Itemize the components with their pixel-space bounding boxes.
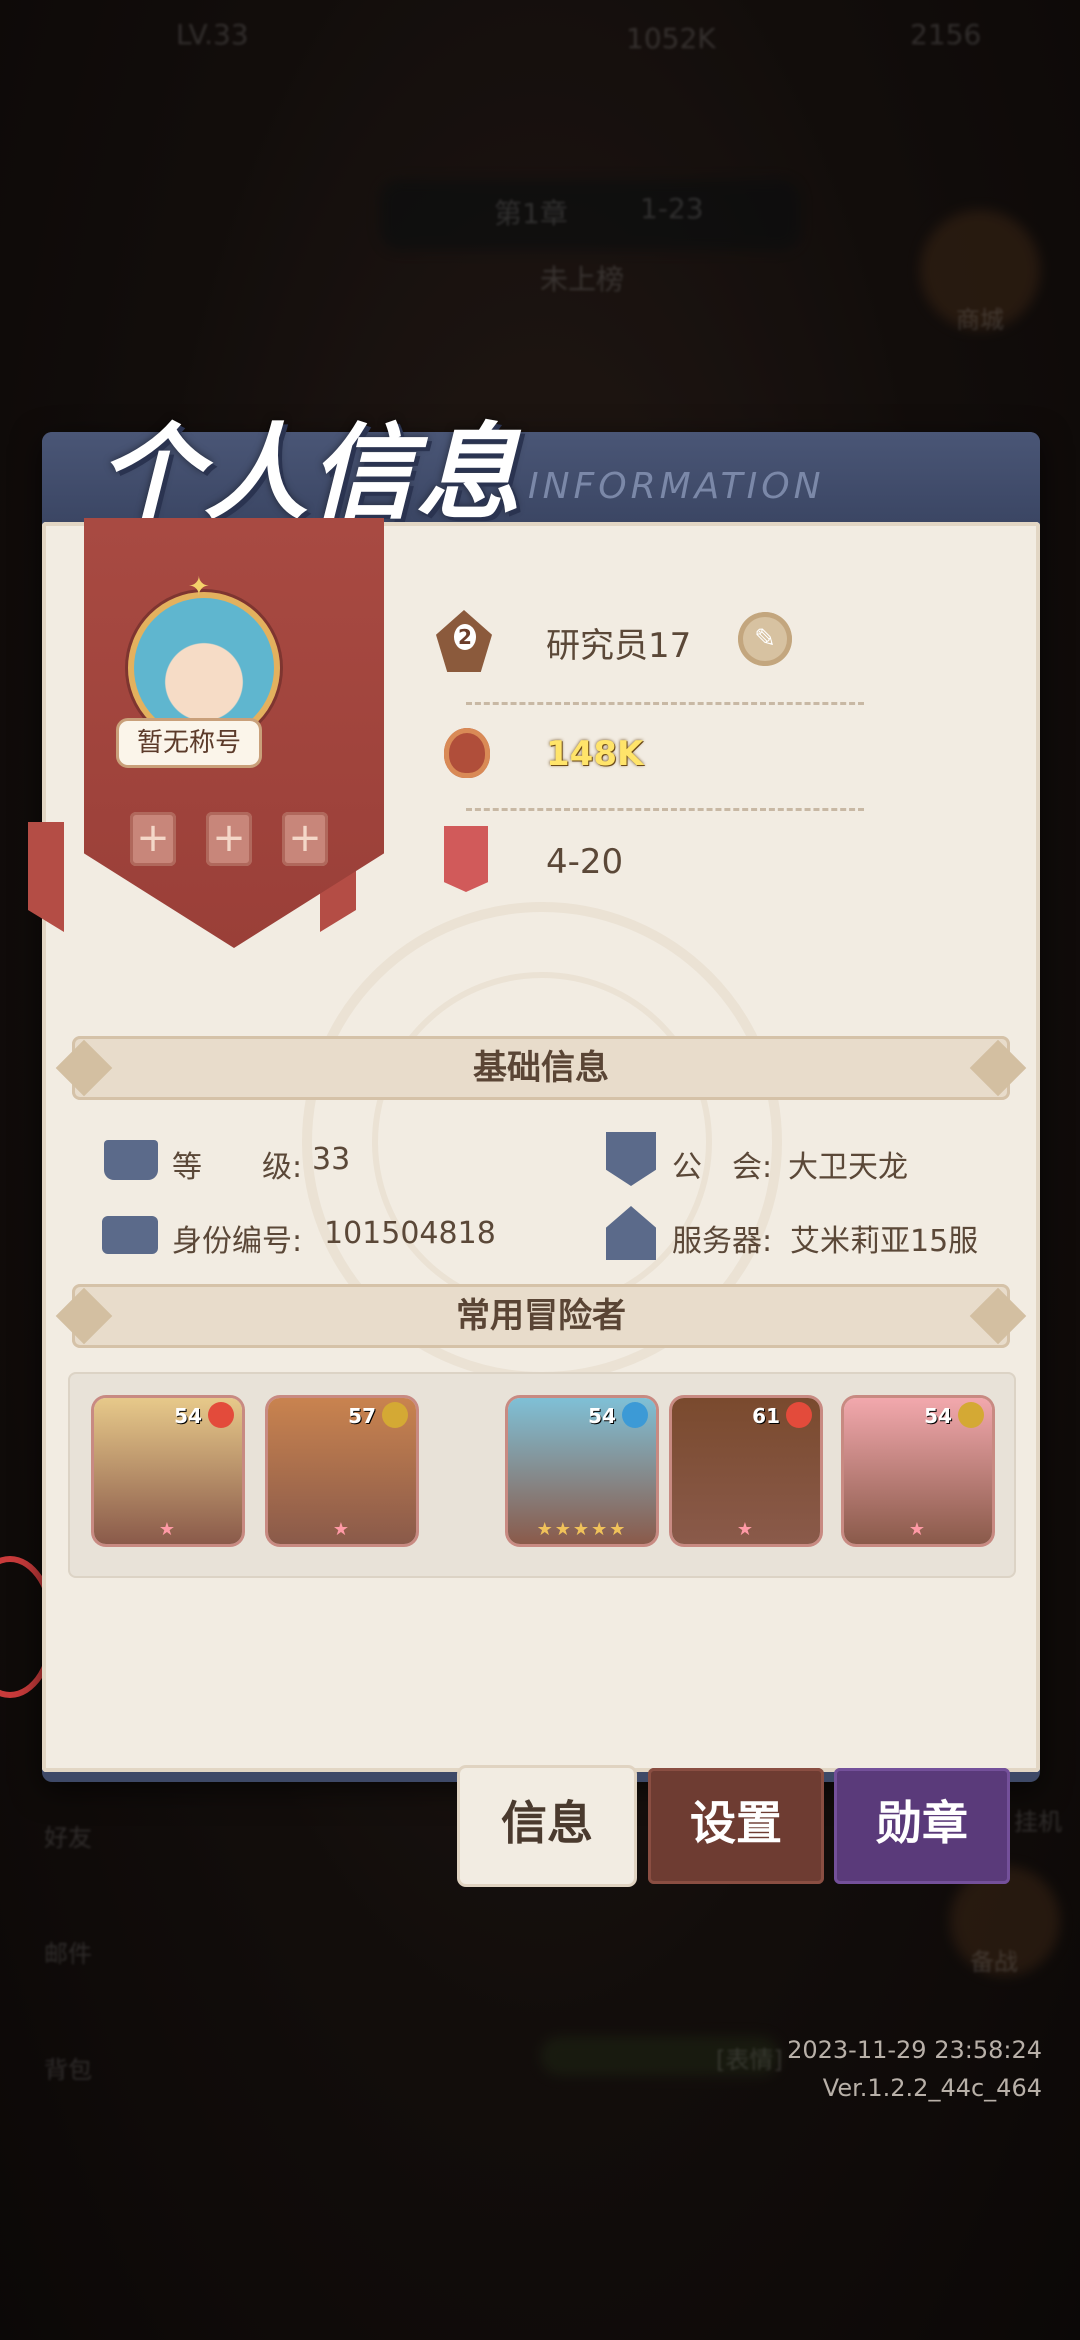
stage-value: 4-20 — [546, 842, 624, 882]
version: Ver.1.2.2_44c_464 — [822, 2074, 1042, 2102]
adventurer-card-5[interactable]: 54 ★ — [844, 1398, 992, 1544]
level-label: 等 级: — [172, 1150, 303, 1185]
level-value: 33 — [312, 1142, 351, 1177]
guild-label: 公 会: — [672, 1150, 773, 1185]
divider — [466, 808, 864, 811]
earth-element-icon — [958, 1402, 984, 1428]
player-id-label: 身份编号: — [172, 1224, 303, 1259]
divider — [466, 702, 864, 705]
adventurer-stars: ★ — [908, 1519, 928, 1540]
tab-info[interactable]: 信息 — [460, 1768, 634, 1884]
power-row: 148K — [436, 728, 866, 788]
power-value: 148K — [546, 734, 644, 774]
timestamp: 2023-11-29 23:58:24 — [787, 2036, 1042, 2064]
tab-settings[interactable]: 设置 — [648, 1768, 824, 1884]
section-adventurers-label: 常用冒险者 — [456, 1296, 626, 1336]
adventurer-card-1[interactable]: 54 ★ — [94, 1398, 242, 1544]
edit-name-icon[interactable]: ✎ — [738, 612, 792, 666]
player-name: 研究员17 — [546, 626, 692, 666]
title-badge[interactable]: 暂无称号 — [116, 718, 262, 768]
adventurer-level: 61 — [752, 1404, 780, 1428]
adventurer-level: 57 — [348, 1404, 376, 1428]
tab-medal[interactable]: 勋章 — [834, 1768, 1010, 1884]
section-basic-info-label: 基础信息 — [473, 1048, 609, 1088]
panel-subtitle: INFORMATION — [528, 466, 825, 507]
guild-value: 大卫天龙 — [788, 1150, 908, 1185]
server-value: 艾米莉亚15服 — [790, 1224, 979, 1259]
fire-element-icon — [786, 1402, 812, 1428]
earth-element-icon — [382, 1402, 408, 1428]
player-id-value: 101504818 — [324, 1216, 496, 1251]
adventurer-card-2[interactable]: 57 ★ — [268, 1398, 416, 1544]
adventurer-level: 54 — [924, 1404, 952, 1428]
rank-level: 2 — [454, 624, 476, 650]
rank-icon: 2 — [436, 610, 496, 672]
power-shield-icon — [444, 728, 504, 788]
section-adventurers: 常用冒险者 — [72, 1284, 1010, 1348]
id-card-icon — [102, 1216, 158, 1254]
adventurer-stars: ★ — [332, 1519, 352, 1540]
panel-paper: ✦ 暂无称号 + + + 2 研究员17 ✎ 148K 4-20 基础信息 等 … — [28, 518, 1040, 1772]
fire-element-icon — [208, 1402, 234, 1428]
adventurer-card-4[interactable]: 61 ★ — [672, 1398, 820, 1544]
name-row: 2 研究员17 — [436, 610, 866, 680]
badge-slot-3[interactable]: + — [282, 812, 328, 866]
stage-flag-icon — [444, 826, 504, 892]
badge-slot-1[interactable]: + — [130, 812, 176, 866]
adventurer-stars: ★ — [736, 1519, 756, 1540]
adventurer-level: 54 — [588, 1404, 616, 1428]
section-basic-info: 基础信息 — [72, 1036, 1010, 1100]
stage-row: 4-20 — [436, 826, 866, 902]
avatar-star-icon: ✦ — [188, 572, 210, 602]
server-label: 服务器: — [672, 1224, 773, 1259]
adventurer-stars: ★ — [158, 1519, 178, 1540]
adventurer-card-3[interactable]: 54 ★★★★★ — [508, 1398, 656, 1544]
badge-slot-2[interactable]: + — [206, 812, 252, 866]
book-icon — [104, 1140, 158, 1180]
panel-title: 个人信息 — [98, 411, 523, 534]
personal-info-panel: 个人信息 INFORMATION ✦ 暂无称号 + + + 2 研究员17 ✎ … — [28, 411, 1040, 1782]
adventurer-level: 54 — [174, 1404, 202, 1428]
water-element-icon — [622, 1402, 648, 1428]
adventurer-stars: ★★★★★ — [536, 1519, 628, 1540]
